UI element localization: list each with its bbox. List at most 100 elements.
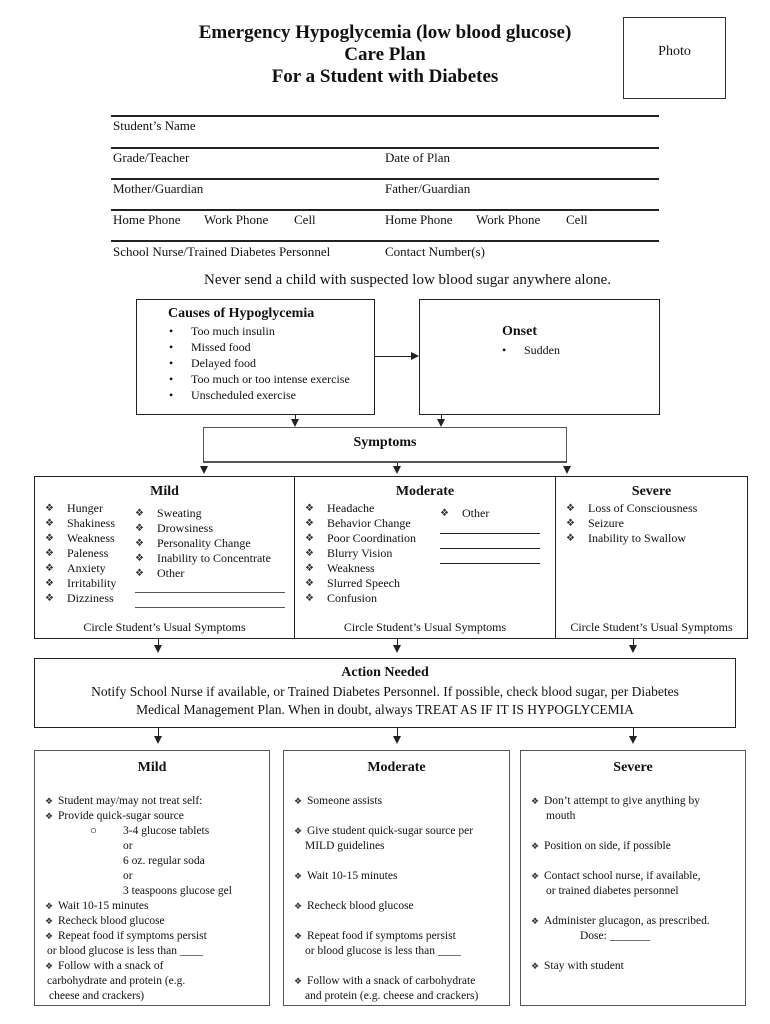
divider xyxy=(111,178,659,180)
mild-symptoms-title: Mild xyxy=(150,484,179,499)
symptom-item: Other xyxy=(440,506,489,521)
symptom-item: Weakness xyxy=(305,561,416,576)
treatment-line: or trained diabetes personnel xyxy=(546,885,679,897)
symptom-item: Slurred Speech xyxy=(305,576,416,591)
father-work-phone-field[interactable]: Work Phone xyxy=(476,212,540,228)
mother-work-phone-field[interactable]: Work Phone xyxy=(204,212,268,228)
mild-treatment-box: Mild Student may/may not treat self: Pro… xyxy=(34,750,270,1006)
symptom-item: Confusion xyxy=(305,591,416,606)
action-needed-title: Action Needed xyxy=(341,665,429,680)
follow-text-3: cheese and crackers) xyxy=(49,990,145,1002)
divider xyxy=(111,209,659,211)
treatment-item: Wait 10-15 minutes xyxy=(45,899,270,914)
sugar-source: 6 oz. regular soda xyxy=(123,855,205,867)
other-blank-line[interactable] xyxy=(135,592,285,593)
treatment-item: Administer glucagon, as prescribed. Dose:… xyxy=(531,914,746,944)
other-blank-line[interactable] xyxy=(440,533,540,534)
arrow-down-icon xyxy=(629,645,637,653)
treatment-item: Contact school nurse, if available, or tr… xyxy=(531,869,746,899)
mother-guardian-field[interactable]: Mother/Guardian xyxy=(113,181,203,197)
photo-box[interactable]: Photo xyxy=(623,17,726,99)
cause-item: Delayed food xyxy=(165,355,350,371)
father-guardian-field[interactable]: Father/Guardian xyxy=(385,181,470,197)
severe-symptoms-box: Severe Loss of Consciousness Seizure Ina… xyxy=(555,476,748,639)
other-blank-line[interactable] xyxy=(135,607,285,608)
treatment-item: Provide quick-sugar source xyxy=(45,809,270,824)
treatment-line: MILD guidelines xyxy=(305,840,385,852)
school-nurse-field[interactable]: School Nurse/Trained Diabetes Personnel xyxy=(113,244,330,260)
mild-symptoms-box: Mild Hunger Shakiness Weakness Paleness … xyxy=(34,476,295,639)
warning-text: Never send a child with suspected low bl… xyxy=(204,272,611,288)
arrow-down-icon xyxy=(437,419,445,427)
treatment-line: Give student quick-sugar source per xyxy=(307,825,474,837)
arrow-line xyxy=(375,356,412,357)
sugar-source: 3-4 glucose tablets xyxy=(123,825,210,837)
moderate-symptoms-box: Moderate Headache Behavior Change Poor C… xyxy=(294,476,556,639)
action-line-1: Notify School Nurse if available, or Tra… xyxy=(91,684,679,699)
symptom-item: Dizziness xyxy=(45,591,116,606)
treatment-item: Don’t attempt to give anything by mouth xyxy=(531,794,746,824)
father-home-phone-field[interactable]: Home Phone xyxy=(385,212,453,228)
sugar-source: or xyxy=(123,870,133,882)
repeat-text-2: or blood glucose is less than ____ xyxy=(47,945,203,957)
action-line-2: Medical Management Plan. When in doubt, … xyxy=(136,702,634,717)
cause-item: Too much insulin xyxy=(165,323,350,339)
arrow-down-icon xyxy=(393,466,401,474)
treatment-line: Someone assists xyxy=(307,795,383,807)
symptom-item: Shakiness xyxy=(45,516,116,531)
follow-text-2: carbohydrate and protein (e.g. xyxy=(47,975,186,987)
symptom-item: Paleness xyxy=(45,546,116,561)
treatment-line: Follow with a snack of carbohydrate xyxy=(307,975,476,987)
mild-symptoms-list-2: Sweating Drowsiness Personality Change I… xyxy=(135,506,271,581)
moderate-symptoms-list-2: Other xyxy=(440,506,489,521)
photo-label: Photo xyxy=(658,44,691,59)
symptom-item: Personality Change xyxy=(135,536,271,551)
sugar-source: 3 teaspoons glucose gel xyxy=(123,885,232,897)
divider xyxy=(111,147,659,149)
arrow-down-icon xyxy=(393,645,401,653)
moderate-symptoms-list-1: Headache Behavior Change Poor Coordinati… xyxy=(305,501,416,606)
causes-list: Too much insulin Missed food Delayed foo… xyxy=(165,323,350,403)
date-of-plan-field[interactable]: Date of Plan xyxy=(385,150,450,166)
sugar-source: or xyxy=(123,840,133,852)
other-blank-line[interactable] xyxy=(440,548,540,549)
treatment-item: Wait 10-15 minutes xyxy=(294,869,509,884)
divider xyxy=(111,115,659,117)
symptom-item: Weakness xyxy=(45,531,116,546)
circle-symptoms-note: Circle Student’s Usual Symptoms xyxy=(570,620,733,634)
sub-bullet-icon: ○ xyxy=(90,825,97,837)
symptom-item: Sweating xyxy=(135,506,271,521)
treatment-item: Position on side, if possible xyxy=(531,839,746,854)
student-name-field[interactable]: Student’s Name xyxy=(113,118,196,134)
treatment-line: mouth xyxy=(546,810,576,822)
treatment-line: Don’t attempt to give anything by xyxy=(544,795,700,807)
symptom-item: Blurry Vision xyxy=(305,546,416,561)
symptom-item: Poor Coordination xyxy=(305,531,416,546)
cause-item: Unscheduled exercise xyxy=(165,387,350,403)
treatment-item: Recheck blood glucose xyxy=(45,914,270,929)
moderate-treatment-list: Someone assists Give student quick-sugar … xyxy=(294,794,509,1019)
arrow-down-icon xyxy=(291,419,299,427)
symptom-item: Other xyxy=(135,566,271,581)
mild-treatment-list-2: Wait 10-15 minutes Recheck blood glucose… xyxy=(45,899,270,1004)
treatment-line: and protein (e.g. cheese and crackers) xyxy=(305,990,479,1002)
treatment-item: Follow with a snack of carbohydrate and p… xyxy=(294,974,509,1004)
treatment-line: Repeat food if symptoms persist xyxy=(307,930,456,942)
mother-cell-field[interactable]: Cell xyxy=(294,212,316,228)
onset-title: Onset xyxy=(502,324,537,339)
divider xyxy=(111,240,659,242)
grade-teacher-field[interactable]: Grade/Teacher xyxy=(113,150,189,166)
symptoms-box: Symptoms xyxy=(203,427,567,463)
symptom-item: Behavior Change xyxy=(305,516,416,531)
cause-item: Too much or too intense exercise xyxy=(165,371,350,387)
moderate-treatment-list-items: Someone assists Give student quick-sugar … xyxy=(294,794,509,1004)
treatment-line: Contact school nurse, if available, xyxy=(544,870,701,882)
symptom-item: Inability to Concentrate xyxy=(135,551,271,566)
symptom-item: Drowsiness xyxy=(135,521,271,536)
other-blank-line[interactable] xyxy=(440,563,540,564)
father-cell-field[interactable]: Cell xyxy=(566,212,588,228)
mother-home-phone-field[interactable]: Home Phone xyxy=(113,212,181,228)
action-needed-box: Action Needed Notify School Nurse if ava… xyxy=(34,658,736,728)
contact-numbers-field[interactable]: Contact Number(s) xyxy=(385,244,485,260)
severe-treatment-box: Severe Don’t attempt to give anything by… xyxy=(520,750,746,1006)
